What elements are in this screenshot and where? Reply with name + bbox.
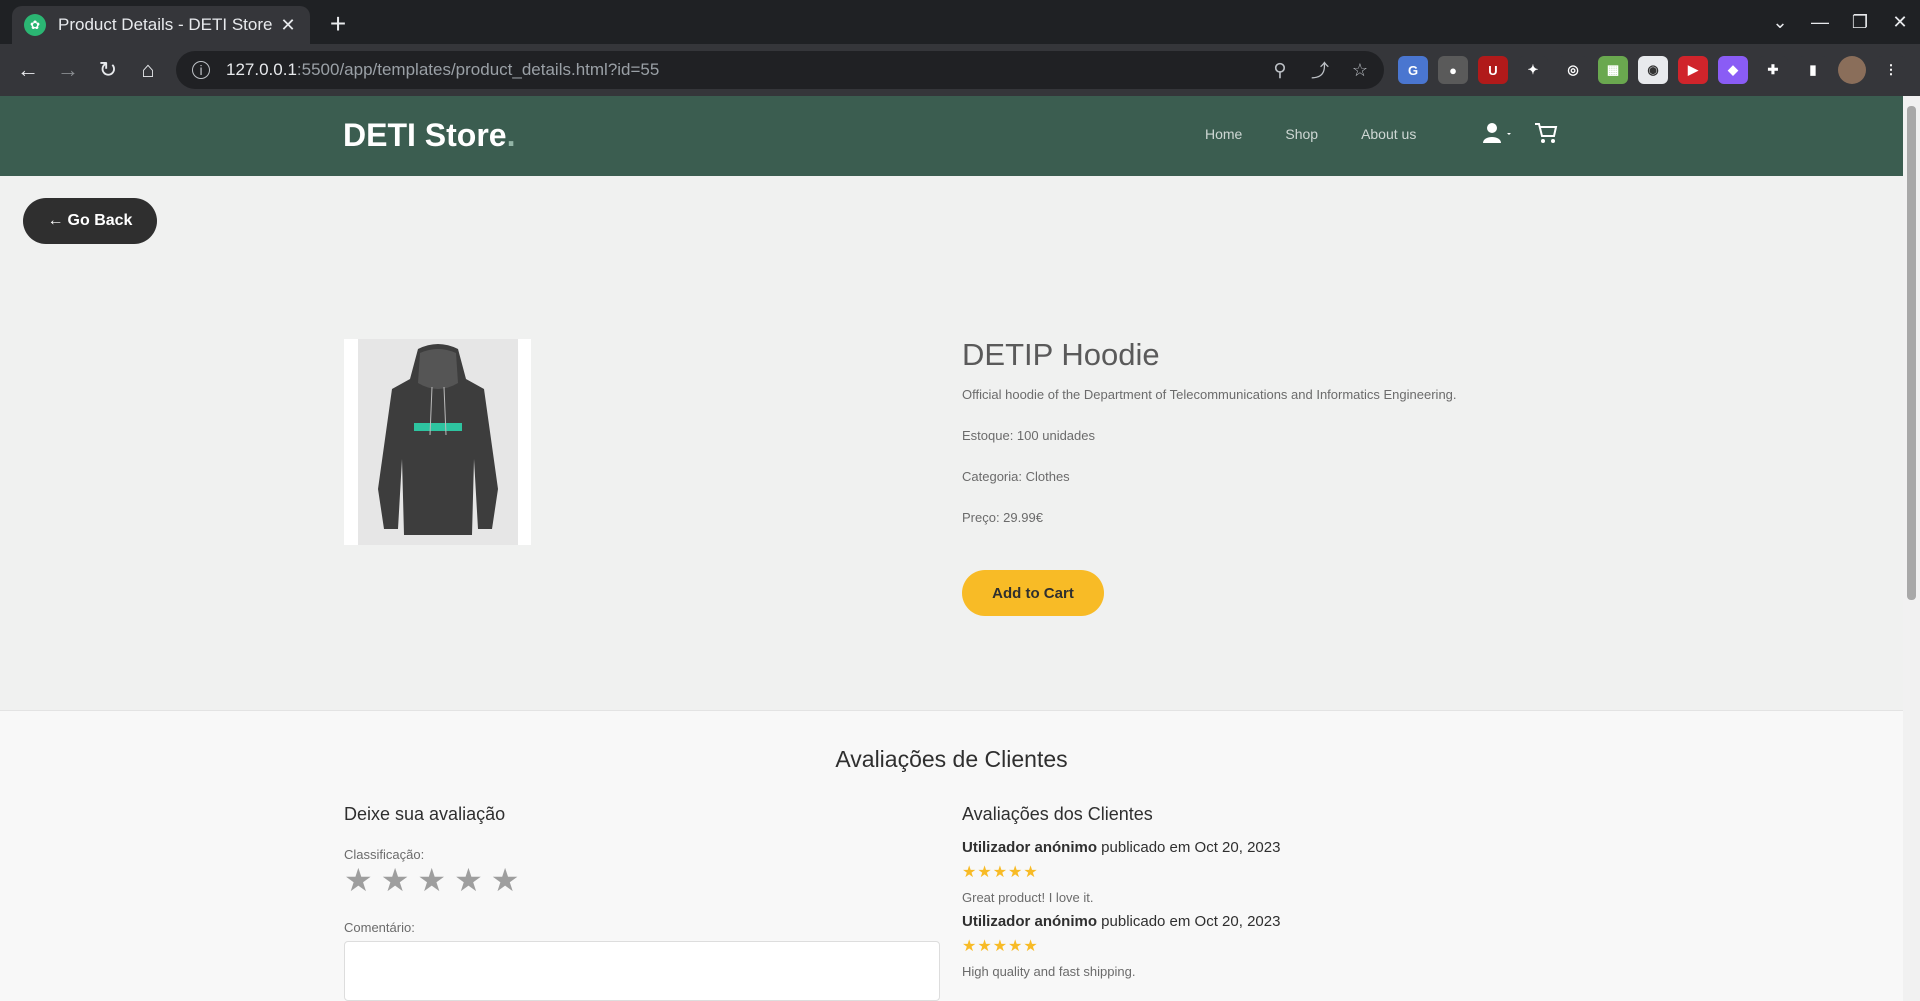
hoodie-image [377,344,498,535]
rating-label: Classificação: [344,847,425,862]
rating-star-1[interactable]: ★ [344,864,373,896]
page-content: DETI Store. Home Shop About us ← Go Back [0,96,1903,1001]
product-price: Preço: 29.99€ [962,510,1043,525]
ublock-extension-icon[interactable]: U [1478,56,1508,84]
scrollbar-thumb[interactable] [1907,106,1916,600]
nav-home[interactable]: Home [1205,126,1242,142]
panda-extension-icon[interactable]: ◉ [1638,56,1668,84]
review-form: Deixe sua avaliação Classificação: ★ ★ ★… [344,804,940,1001]
review-stars: ★★★★★ [962,864,1039,881]
review-date: publicado em Oct 20, 2023 [1097,913,1281,930]
restore-button[interactable]: ❐ [1840,12,1880,33]
comment-textarea[interactable] [344,941,940,1001]
browser-toolbar: ← → ↻ ⌂ i 127.0.0.1:5500/app/templates/p… [0,44,1920,96]
product-description: Official hoodie of the Department of Tel… [962,387,1457,402]
header-icons [1482,122,1558,144]
new-tab-button[interactable]: + [322,8,354,40]
review-author: Utilizador anónimo [962,839,1097,856]
reload-icon[interactable]: ↻ [92,54,124,86]
close-window-button[interactable]: ✕ [1880,12,1920,33]
side-panel-icon[interactable]: ▮ [1798,56,1828,84]
url-text: 127.0.0.1:5500/app/templates/product_det… [226,60,660,79]
review-text: High quality and fast shipping. [962,964,1136,979]
browser-tab-bar: ✿ Product Details - DETI Store ✕ + ⌄ — ❐… [0,0,1920,44]
close-tab-icon[interactable]: ✕ [278,15,298,36]
arrow-left-icon: ← [47,212,64,229]
rating-star-3[interactable]: ★ [417,864,446,896]
gradient-extension-icon[interactable]: ◆ [1718,56,1748,84]
reviews-section: Avaliações de Clientes Deixe sua avaliaç… [0,710,1903,1001]
review-form-heading: Deixe sua avaliação [344,804,506,824]
video-extension-icon[interactable]: ▶ [1678,56,1708,84]
paw-extension-icon[interactable]: ✦ [1518,56,1548,84]
nav-about-us[interactable]: About us [1361,126,1416,142]
tab-search-icon[interactable]: ⌄ [1760,12,1800,33]
review-list-heading: Avaliações dos Clientes [962,804,1153,824]
back-icon[interactable]: ← [12,54,44,86]
review-item: Utilizador anónimo publicado em Oct 20, … [962,839,1280,905]
store-favicon-icon: ✿ [24,14,46,36]
add-to-cart-button[interactable]: Add to Cart [962,570,1104,616]
glasses-extension-icon[interactable]: ◎ [1558,56,1588,84]
review-text: Great product! I love it. [962,890,1094,905]
comment-label: Comentário: [344,920,415,935]
zoom-icon[interactable]: ⚲ [1268,60,1292,81]
site-header: DETI Store. Home Shop About us [0,96,1903,176]
share-icon[interactable]: ⤴ [1308,57,1332,83]
window-controls: ⌄ — ❐ ✕ [1760,0,1920,44]
forward-icon[interactable]: → [52,54,84,86]
review-item: Utilizador anónimo publicado em Oct 20, … [962,913,1280,979]
grid-extension-icon[interactable]: ▦ [1598,56,1628,84]
site-info-icon[interactable]: i [192,61,210,79]
rating-star-4[interactable]: ★ [454,864,483,896]
rating-star-5[interactable]: ★ [491,864,520,896]
bookmark-star-icon[interactable]: ☆ [1348,60,1372,81]
review-stars: ★★★★★ [962,938,1039,955]
go-back-button[interactable]: ← Go Back [23,198,157,244]
reviews-title: Avaliações de Clientes [835,746,1068,772]
main-nav: Home Shop About us [1205,126,1416,142]
home-icon[interactable]: ⌂ [132,54,164,86]
extension-icon[interactable]: ● [1438,56,1468,84]
user-icon[interactable] [1482,122,1516,144]
review-author: Utilizador anónimo [962,913,1097,930]
puzzle-extensions-icon[interactable]: ✚ [1758,56,1788,84]
browser-tab[interactable]: ✿ Product Details - DETI Store ✕ [12,6,310,44]
nav-shop[interactable]: Shop [1285,126,1318,142]
product-info: DETIP Hoodie Official hoodie of the Depa… [962,337,1457,616]
cart-icon[interactable] [1534,122,1558,144]
tab-title: Product Details - DETI Store [58,15,273,34]
rating-star-2[interactable]: ★ [381,864,410,896]
product-category: Categoria: Clothes [962,469,1070,484]
menu-kebab-icon[interactable]: ⋮ [1876,56,1906,84]
product-image [344,339,531,545]
product-stock: Estoque: 100 unidades [962,428,1095,443]
page-scrollbar[interactable] [1903,96,1920,1001]
profile-avatar[interactable] [1838,56,1866,84]
extensions-bar: G ● U ✦ ◎ ▦ ◉ ▶ ◆ ✚ ▮ ⋮ [1398,56,1906,84]
translate-extension-icon[interactable]: G [1398,56,1428,84]
product-name: DETIP Hoodie [962,337,1160,372]
review-list: Avaliações dos Clientes Utilizador anóni… [962,804,1280,979]
minimize-button[interactable]: — [1800,12,1840,33]
address-bar[interactable]: i 127.0.0.1:5500/app/templates/product_d… [176,51,1384,89]
site-logo[interactable]: DETI Store. [343,117,515,154]
review-date: publicado em Oct 20, 2023 [1097,839,1281,856]
rating-stars: ★ ★ ★ ★ ★ [344,864,940,896]
